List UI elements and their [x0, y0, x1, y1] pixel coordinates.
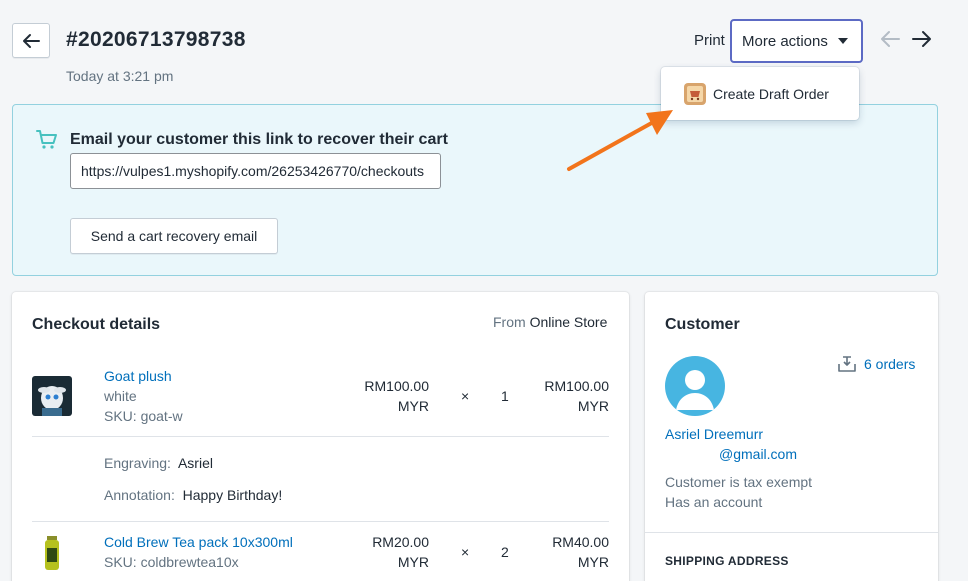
menu-item-label: Create Draft Order [713, 85, 829, 102]
previous-order-button[interactable] [880, 30, 900, 53]
banner-title: Email your customer this link to recover… [70, 131, 448, 148]
property-value: Happy Birthday! [182, 487, 283, 503]
line-item-total-price: RM100.00 [544, 378, 609, 394]
product-thumbnail-goat-plush [32, 376, 72, 416]
line-item-unit-currency: MYR [397, 398, 429, 414]
line-item-property: Engraving: Asriel [104, 453, 213, 473]
more-actions-label: More actions [742, 32, 828, 50]
line-item-unit-price: RM100.00 [364, 378, 429, 394]
line-item-total-currency: MYR [577, 554, 609, 570]
product-thumbnail-cold-brew-tea [32, 532, 72, 572]
line-item-sku: SKU: goat-w [104, 408, 183, 424]
line-item-total-price: RM40.00 [552, 534, 609, 550]
property-key: Annotation: [104, 487, 175, 503]
checkout-details-title: Checkout details [32, 316, 161, 333]
shipping-address-heading: SHIPPING ADDRESS [665, 554, 789, 568]
draft-order-app-icon [684, 82, 706, 105]
source-value: Online Store [529, 314, 608, 330]
orders-icon [838, 356, 856, 372]
times-sign: × [461, 388, 470, 404]
caret-down-icon [837, 38, 848, 44]
property-key: Engraving: [104, 455, 171, 471]
customer-account-status: Has an account [665, 494, 763, 510]
line-item-sku: SKU: coldbrewtea10x [104, 554, 239, 570]
arrow-left-icon [881, 31, 900, 47]
more-actions-menu: Create Draft Order [661, 67, 859, 120]
arrow-right-icon [912, 31, 931, 47]
customer-name[interactable]: Asriel Dreemurr [665, 424, 763, 444]
next-order-button[interactable] [912, 30, 932, 53]
customer-title: Customer [665, 316, 740, 333]
customer-orders-link[interactable]: 6 orders [838, 356, 915, 372]
print-button[interactable]: Print [694, 32, 725, 49]
divider [32, 521, 609, 522]
line-item-unit-price: RM20.00 [372, 534, 429, 550]
line-item-quantity: 2 [501, 544, 509, 560]
cart-icon [36, 130, 57, 149]
annotation-arrow-icon [567, 110, 673, 171]
line-item-quantity: 1 [501, 388, 509, 404]
line-item-unit-currency: MYR [397, 554, 429, 570]
arrow-left-icon [23, 33, 40, 48]
recovery-link-input[interactable] [70, 153, 441, 189]
checkout-details-card: Checkout details From Online Store Goat … [12, 292, 629, 581]
customer-card: Customer 6 orders Asriel Dreemurr @gmail… [645, 292, 938, 581]
avatar [665, 356, 725, 416]
divider [645, 532, 938, 533]
send-recovery-email-button[interactable]: Send a cart recovery email [70, 218, 278, 254]
line-item-variant: white [104, 388, 137, 404]
line-item-total-currency: MYR [577, 398, 609, 414]
orders-count: 6 orders [864, 356, 916, 372]
order-timestamp: Today at 3:21 pm [66, 68, 174, 84]
times-sign: × [461, 544, 470, 560]
source-prefix: From [493, 314, 526, 330]
customer-tax-status: Customer is tax exempt [665, 474, 813, 490]
cart-recovery-banner: Email your customer this link to recover… [12, 104, 938, 276]
back-button[interactable] [12, 23, 50, 58]
property-value: Asriel [177, 455, 213, 471]
menu-item-create-draft-order[interactable]: Create Draft Order [684, 82, 829, 105]
page-title: #20206713798738 [66, 28, 246, 51]
line-item-name[interactable]: Cold Brew Tea pack 10x300ml [104, 532, 293, 552]
checkout-source: From Online Store [493, 314, 607, 330]
line-item-property: Annotation: Happy Birthday! [104, 485, 282, 505]
more-actions-button[interactable]: More actions [730, 19, 863, 63]
line-item-name[interactable]: Goat plush [104, 366, 172, 386]
divider [32, 436, 609, 437]
customer-email[interactable]: @gmail.com [719, 444, 797, 464]
